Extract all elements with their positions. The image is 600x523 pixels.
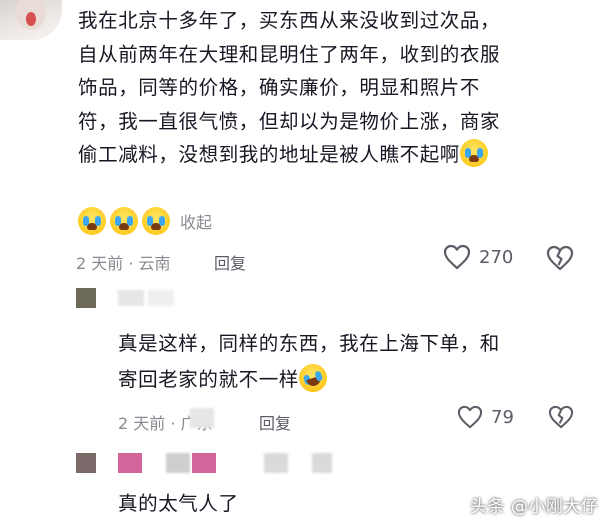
comment-line: 偷工减料，没想到我的地址是被人瞧不起啊 <box>78 138 588 172</box>
comment-line: 寄回老家的就不一样 <box>118 360 578 398</box>
crying-face-emoji <box>142 207 170 235</box>
like-count: 79 <box>491 406 514 428</box>
reply-comment-text: 真是这样，同样的东西，我在上海下单，和 寄回老家的就不一样 <box>118 326 578 398</box>
collapse-button[interactable]: 收起 <box>180 209 212 233</box>
comment-line: 真是这样，同样的东西，我在上海下单，和 <box>118 332 500 355</box>
reply-username[interactable] <box>118 453 142 473</box>
reply-button[interactable]: 回复 <box>259 410 291 434</box>
reply-button[interactable]: 回复 <box>214 250 246 274</box>
broken-heart-icon[interactable] <box>546 245 574 271</box>
comment-line: 饰品，同等的价格，确实廉价，明显和照片不 <box>78 76 481 99</box>
like-count: 270 <box>479 246 514 268</box>
commenter-avatar[interactable] <box>0 0 62 40</box>
laughing-face-emoji <box>295 360 331 396</box>
heart-outline-icon <box>443 244 471 270</box>
crying-face-emoji <box>110 207 138 235</box>
like-button[interactable]: 79 <box>457 405 514 429</box>
reply-username[interactable] <box>118 290 144 306</box>
main-comment-text: 我在北京十多年了，买东西从来没收到过次品， 自从前两年在大理和昆明住了两年，收到… <box>78 4 588 172</box>
crying-face-emoji <box>78 207 106 235</box>
broken-heart-icon[interactable] <box>548 405 574 429</box>
heart-outline-icon <box>457 405 483 429</box>
comment-emoji-row: 收起 <box>78 206 212 236</box>
comment-meta: 2 天前 · 云南 <box>76 254 171 273</box>
comment-line: 自从前两年在大理和昆明住了两年，收到的衣服 <box>78 42 501 66</box>
crying-face-emoji <box>459 139 488 167</box>
reply-avatar[interactable] <box>76 288 96 308</box>
reply-avatar[interactable] <box>76 453 96 473</box>
source-watermark: 头条 @小刚大仔 <box>470 497 599 517</box>
comment-line: 我在北京十多年了，买东西从来没收到过次品， <box>78 9 501 32</box>
comment-line: 符，我一直很气愤，但却以为是物价上涨，商家 <box>78 109 501 133</box>
like-button[interactable]: 270 <box>443 244 513 270</box>
